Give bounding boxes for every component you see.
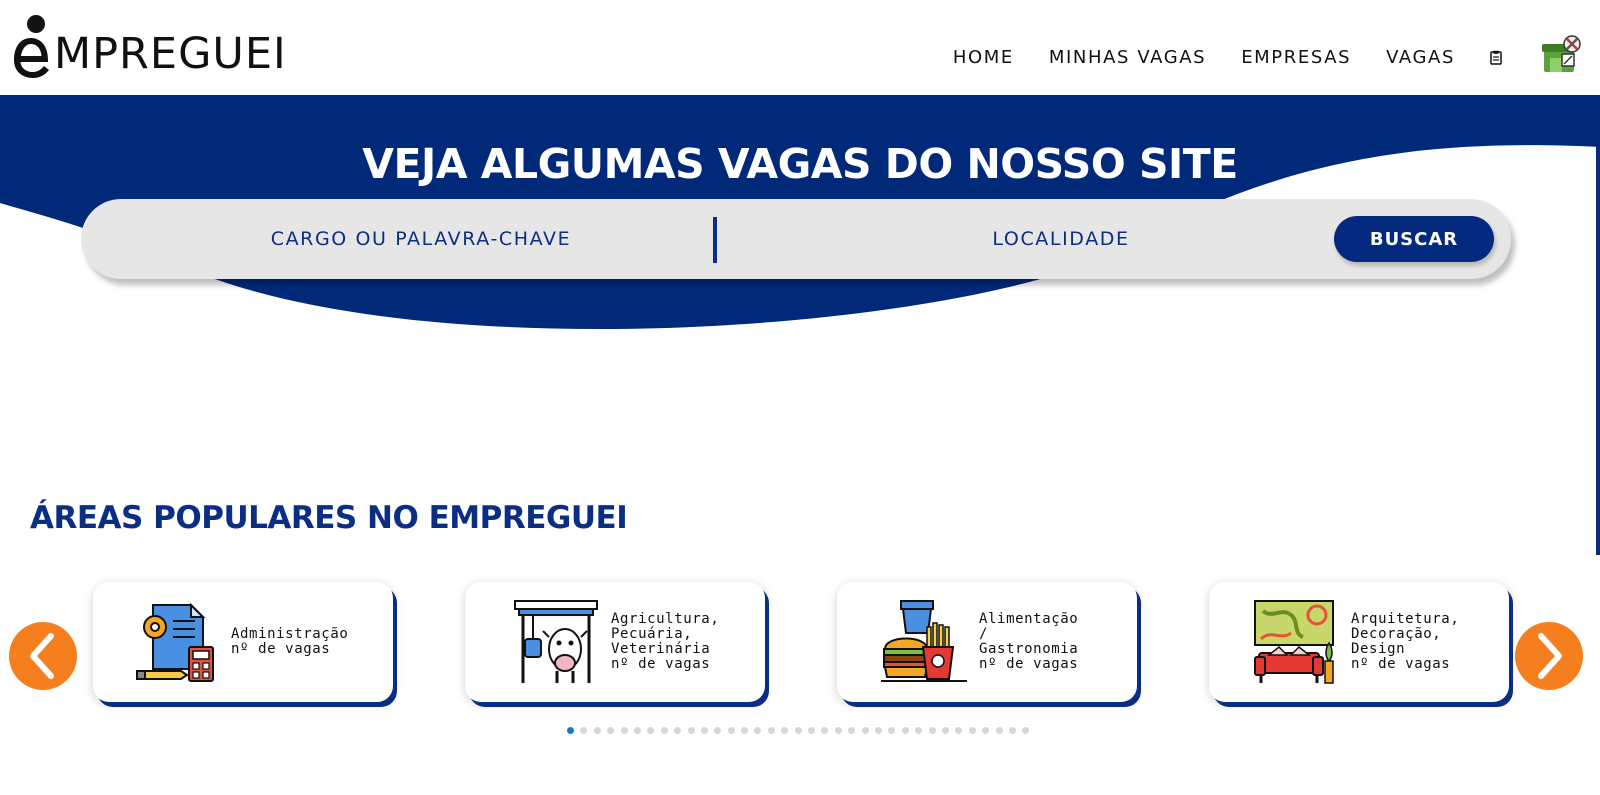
site-header: MPREGUEI HOME MINHAS VAGAS EMPRESAS VAGA… [0, 0, 1600, 95]
carousel-dot[interactable] [968, 727, 976, 734]
area-card-administracao[interactable]: Administração nº de vagas [93, 582, 393, 702]
area-category: Administração [231, 626, 349, 642]
area-card-text: Agricultura, Pecuária, Veterinária nº de… [611, 612, 719, 672]
cargo-field [141, 199, 701, 279]
carousel-dot[interactable] [874, 727, 882, 734]
carousel-dot[interactable] [781, 727, 789, 734]
area-card-text: Arquitetura, Decoração, Design nº de vag… [1351, 612, 1459, 672]
carousel-dot[interactable] [620, 727, 628, 734]
carousel-dot[interactable] [888, 727, 896, 734]
carousel-dot[interactable] [1022, 727, 1030, 734]
carousel-dot[interactable] [928, 727, 936, 734]
carousel-dot[interactable] [915, 727, 923, 734]
nav-empresas[interactable]: EMPRESAS [1241, 47, 1351, 68]
carousel-dot[interactable] [941, 727, 949, 734]
area-category: Agricultura, Pecuária, Veterinária [611, 611, 720, 657]
profile-shop-icon[interactable] [1540, 34, 1582, 76]
localidade-field [741, 199, 1381, 279]
carousel-dot[interactable] [861, 727, 869, 734]
carousel-dot[interactable] [567, 727, 574, 734]
area-job-count: nº de vagas [1351, 656, 1451, 672]
carousel-dot[interactable] [982, 727, 990, 734]
carousel-dot[interactable] [593, 727, 601, 734]
carousel-dot[interactable] [995, 727, 1003, 734]
livestock-cow-icon [514, 600, 598, 683]
cargo-input[interactable] [141, 228, 701, 250]
carousel-next-button[interactable] [1515, 622, 1583, 690]
carousel-dot[interactable] [808, 727, 816, 734]
area-card-agricultura[interactable]: Agricultura, Pecuária, Veterinária nº de… [465, 582, 765, 702]
carousel-dot[interactable] [727, 727, 735, 734]
area-category: Arquitetura, Decoração, Design [1351, 611, 1460, 657]
logo-mark-icon [14, 15, 49, 78]
main-nav: HOME MINHAS VAGAS EMPRESAS VAGAS [953, 35, 1600, 76]
admin-document-gear-icon [136, 602, 214, 682]
carousel-dot[interactable] [754, 727, 762, 734]
carousel-dot[interactable] [647, 727, 655, 734]
area-card-alimentacao[interactable]: Alimentação / Gastronomia nº de vagas [837, 582, 1137, 702]
localidade-input[interactable] [741, 228, 1381, 250]
carousel-dot[interactable] [633, 727, 641, 734]
carousel-dot[interactable] [955, 727, 963, 734]
carousel-dot[interactable] [1008, 727, 1016, 734]
logo-text: MPREGUEI [54, 29, 287, 79]
carousel-dot[interactable] [821, 727, 829, 734]
area-job-count: nº de vagas [979, 656, 1079, 672]
section-title: ÁREAS POPULARES NO EMPREGUEI [30, 500, 628, 536]
area-job-count: nº de vagas [231, 641, 331, 657]
carousel-prev-button[interactable] [9, 622, 77, 690]
area-card-arquitetura[interactable]: Arquitetura, Decoração, Design nº de vag… [1209, 582, 1509, 702]
carousel-pagination [567, 727, 1030, 735]
carousel-dot[interactable] [834, 727, 842, 734]
search-divider [713, 217, 717, 263]
carousel-dot[interactable] [901, 727, 909, 734]
job-search-bar: BUSCAR [81, 199, 1511, 279]
nav-minhas-vagas[interactable]: MINHAS VAGAS [1049, 47, 1206, 68]
interior-sofa-icon [1254, 600, 1334, 684]
nav-vagas[interactable]: VAGAS [1386, 47, 1455, 68]
carousel-dot[interactable] [660, 727, 668, 734]
carousel-dot[interactable] [848, 727, 856, 734]
area-card-text: Administração nº de vagas [231, 627, 348, 657]
logo[interactable]: MPREGUEI [12, 10, 287, 80]
chevron-left-icon [30, 633, 54, 679]
area-card-text: Alimentação / Gastronomia nº de vagas [979, 612, 1078, 672]
carousel-dot[interactable] [700, 727, 708, 734]
carousel-dot[interactable] [580, 727, 588, 734]
area-category: Alimentação / Gastronomia [979, 611, 1079, 657]
carousel-dot[interactable] [674, 727, 682, 734]
hero-title: VEJA ALGUMAS VAGAS DO NOSSO SITE [362, 140, 1238, 188]
carousel-dot[interactable] [607, 727, 615, 734]
carousel-dot[interactable] [741, 727, 749, 734]
chevron-right-icon [1538, 633, 1562, 679]
carousel-dot[interactable] [767, 727, 775, 734]
area-job-count: nº de vagas [611, 656, 711, 672]
clipboard-icon[interactable] [1490, 50, 1502, 65]
areas-carousel: Administração nº de vagas Agricultura, P… [0, 582, 1600, 712]
nav-home[interactable]: HOME [953, 47, 1014, 68]
carousel-dot[interactable] [687, 727, 695, 734]
carousel-dot[interactable] [794, 727, 802, 734]
buscar-button[interactable]: BUSCAR [1334, 216, 1494, 262]
carousel-dot[interactable] [714, 727, 722, 734]
food-burger-fries-icon [881, 600, 967, 682]
